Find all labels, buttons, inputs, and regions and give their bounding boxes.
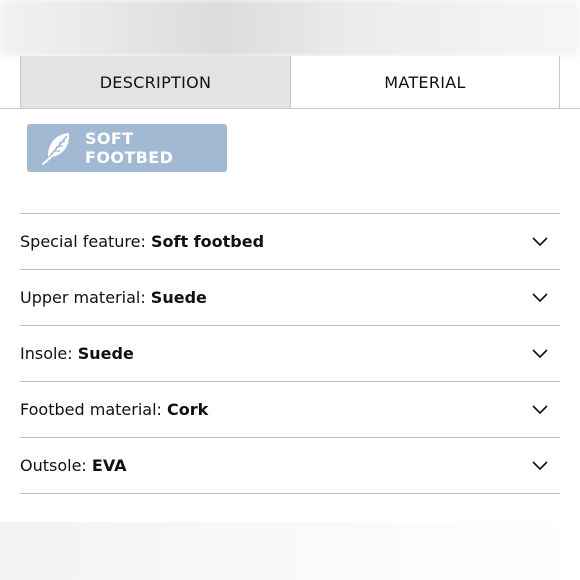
attribute-row-footbed-material[interactable]: Footbed material: Cork [20, 381, 560, 437]
tab-description[interactable]: DESCRIPTION [20, 56, 291, 108]
tab-material[interactable]: MATERIAL [291, 56, 560, 109]
attribute-label: Insole: [20, 344, 73, 363]
blurred-footer-area [0, 522, 580, 580]
attribute-value: Suede [77, 344, 134, 363]
attribute-value: Soft footbed [150, 232, 265, 251]
tab-material-label: MATERIAL [384, 73, 466, 92]
attribute-value: Cork [167, 400, 209, 419]
attribute-value: EVA [91, 456, 127, 475]
soft-footbed-badge: SOFT FOOTBED [27, 124, 227, 172]
chevron-down-icon[interactable] [530, 288, 550, 308]
attribute-label: Upper material: [20, 288, 146, 307]
attribute-row-upper-material[interactable]: Upper material: Suede [20, 269, 560, 325]
tab-description-label: DESCRIPTION [99, 72, 212, 92]
attribute-row-outsole[interactable]: Outsole: EVA [20, 437, 560, 494]
blurred-header-area [0, 0, 580, 56]
attribute-row-special-feature[interactable]: Special feature: Soft footbed [20, 213, 560, 269]
chevron-down-icon[interactable] [530, 400, 550, 420]
feather-icon [39, 130, 75, 166]
attribute-label: Footbed material: [20, 400, 162, 419]
attribute-row-insole[interactable]: Insole: Suede [20, 325, 560, 381]
tabs-divider [0, 108, 580, 109]
attribute-list: Special feature: Soft footbed Upper mate… [20, 213, 560, 494]
badge-label: SOFT FOOTBED [85, 129, 174, 167]
chevron-down-icon[interactable] [530, 232, 550, 252]
attribute-label: Outsole: [20, 456, 87, 475]
attribute-value: Suede [150, 288, 207, 307]
attribute-label: Special feature: [20, 232, 146, 251]
chevron-down-icon[interactable] [530, 344, 550, 364]
chevron-down-icon[interactable] [530, 456, 550, 476]
